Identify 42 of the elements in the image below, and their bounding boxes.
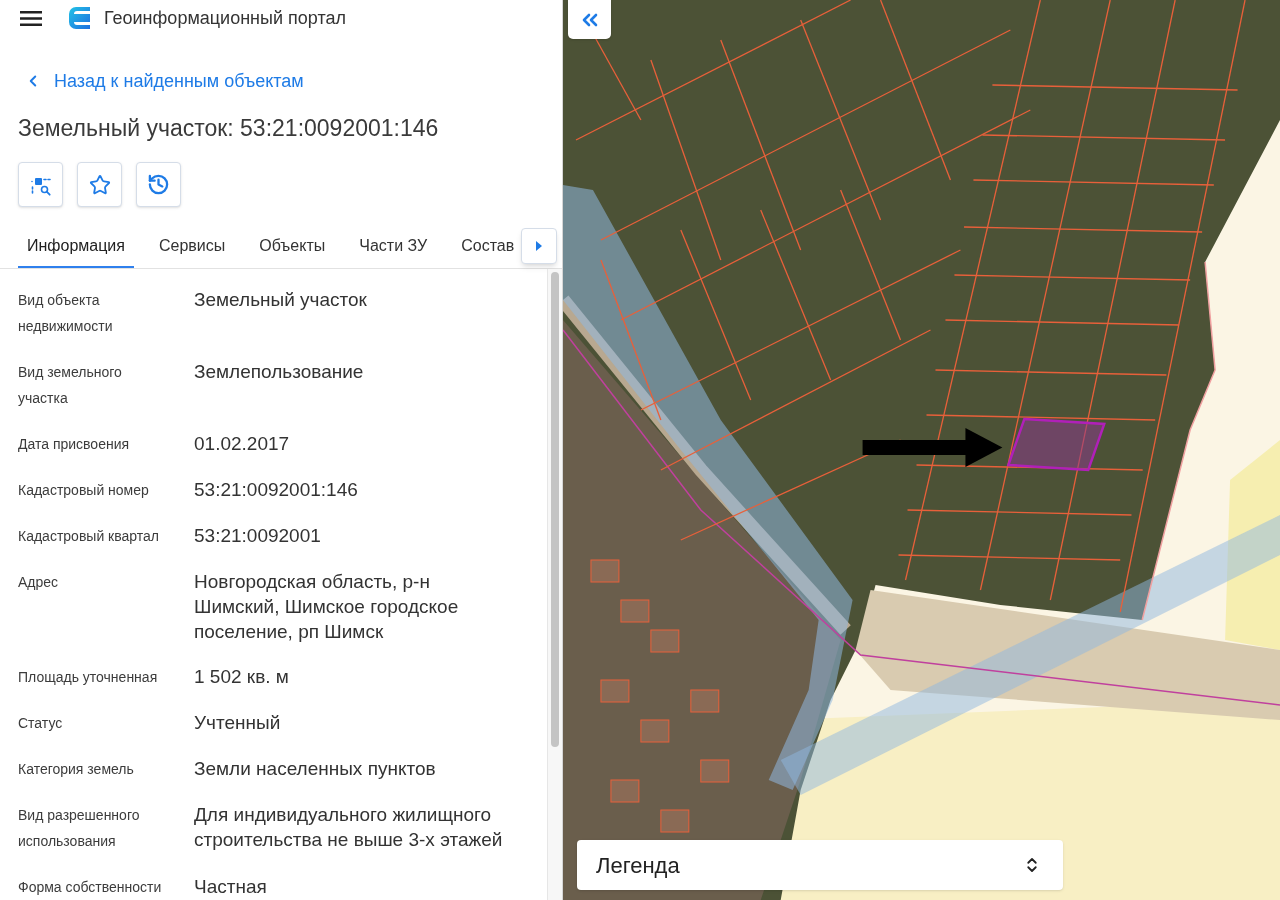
property-value: Земли населенных пунктов [194,757,437,781]
logo-icon [68,6,92,30]
caret-right-icon [536,240,542,251]
select-on-map-button[interactable] [18,162,63,207]
property-value: 01.02.2017 [194,432,291,456]
legend-panel[interactable]: Легенда [577,840,1063,890]
property-label: Кадастровый номер [18,481,150,500]
history-button[interactable] [136,162,181,207]
tab[interactable]: Состав [452,226,521,268]
property-label: Статус [18,714,64,733]
property-label: Форма собственности [18,878,163,897]
property-value: Землепользование [194,360,365,384]
history-icon [147,173,170,196]
menu-icon [20,10,42,26]
property-value: 1 502 кв. м [194,665,290,689]
property-value: Частная [194,875,268,899]
star-icon [88,173,111,196]
property-label: Вид объекта недвижимости [18,291,114,336]
tab[interactable]: Сервисы [149,226,235,268]
tabs-scroll-button[interactable] [521,227,557,264]
property-label: Дата присвоения [18,435,131,454]
back-link[interactable]: Назад к найденным объектам [24,70,304,92]
tab[interactable]: Объекты [250,226,335,268]
property-value: Для индивидуального жилищного строительства не выше 3-х этажей [194,803,504,852]
app-title: Геоинформационный портал [104,6,346,30]
property-label: Категория земель [18,760,135,779]
tab[interactable]: Части ЗУ [350,226,437,268]
object-title: Земельный участок: 53:21:0092001:146 [18,114,440,143]
property-label: Вид земельного участка [18,363,123,408]
property-label: Кадастровый квартал [18,527,160,546]
collapse-panel-button[interactable] [568,0,611,39]
property-label: Вид разрешенного использования [18,806,141,851]
property-label: Адрес [18,573,60,592]
tab[interactable]: Информация [18,226,134,268]
property-value: Земельный участок [194,288,368,312]
property-value: 53:21:0092001:146 [194,478,359,502]
scrollbar-thumb[interactable] [551,272,559,747]
property-value: Учтенный [194,711,282,735]
property-value: Новгородская область, р-н Шимский, Шимское городское поселение, рп Шимск [194,570,460,644]
property-value: 53:21:0092001 [194,524,322,548]
favorite-button[interactable] [77,162,122,207]
property-label: Площадь уточненная [18,668,159,687]
